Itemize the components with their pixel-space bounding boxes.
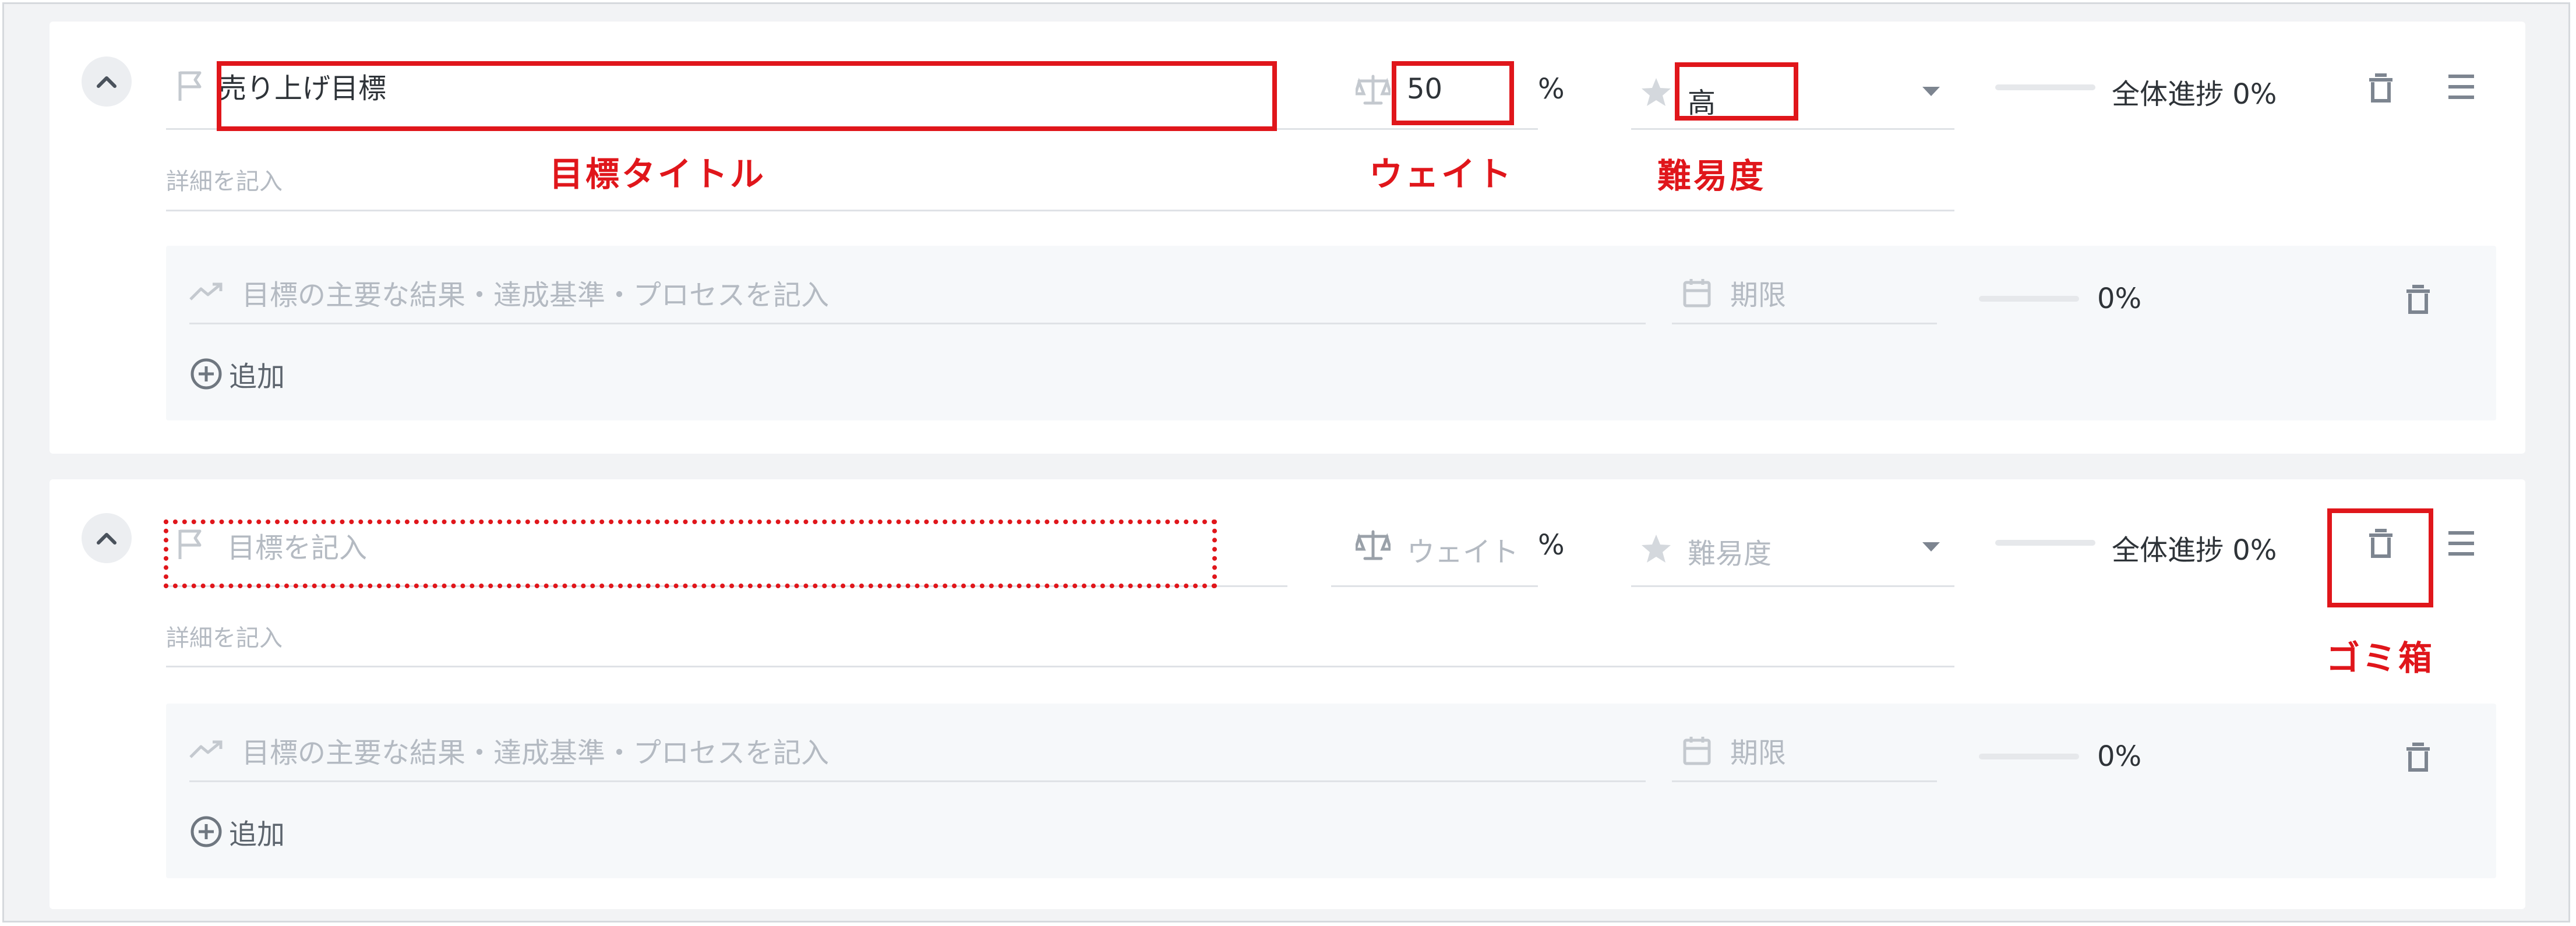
goal-editor-frame: 売り上げ目標 目標タイトル 詳細を記入 50 % ウェイト 高 難易度 全体進捗… bbox=[2, 2, 2570, 923]
difficulty-annotation: 難易度 bbox=[1657, 156, 1766, 196]
add-key-result-button[interactable]: 追加 bbox=[189, 354, 285, 394]
add-circle-icon bbox=[189, 815, 223, 849]
menu-icon[interactable] bbox=[2447, 531, 2475, 556]
difficulty-highlight-box bbox=[1675, 62, 1798, 121]
weight-highlight-box bbox=[1392, 61, 1514, 125]
add-key-result-button[interactable]: 追加 bbox=[189, 811, 285, 852]
caret-down-icon[interactable] bbox=[1922, 542, 1940, 553]
weight-annotation: ウェイト bbox=[1369, 154, 1514, 194]
add-label: 追加 bbox=[229, 818, 285, 851]
weight-percent: % bbox=[1538, 73, 1565, 105]
key-result-panel: 目標の主要な結果・達成基準・プロセスを記入 期限 0% 追加 bbox=[166, 704, 2496, 878]
trend-icon bbox=[189, 282, 223, 302]
deadline-underline bbox=[1672, 780, 1937, 782]
overall-progress-label: 全体進捗 0% bbox=[2112, 78, 2277, 111]
trash-icon[interactable] bbox=[2404, 284, 2432, 314]
trash-icon[interactable] bbox=[2404, 742, 2432, 772]
key-result-underline bbox=[189, 780, 1646, 782]
star-icon bbox=[1640, 533, 1672, 564]
key-result-input[interactable]: 目標の主要な結果・達成基準・プロセスを記入 bbox=[242, 730, 829, 771]
trend-icon bbox=[189, 740, 223, 759]
key-result-input[interactable]: 目標の主要な結果・達成基準・プロセスを記入 bbox=[242, 272, 829, 313]
overall-progress-bar bbox=[1995, 540, 2095, 546]
overall-progress-label: 全体進捗 0% bbox=[2112, 534, 2277, 567]
deadline-underline bbox=[1672, 323, 1937, 324]
star-icon bbox=[1640, 76, 1672, 108]
collapse-button[interactable] bbox=[82, 56, 132, 107]
key-result-underline bbox=[189, 323, 1646, 324]
difficulty-underline bbox=[1631, 585, 1954, 587]
goal-detail-input[interactable]: 詳細を記入 bbox=[166, 162, 283, 196]
goal-detail-input[interactable]: 詳細を記入 bbox=[166, 619, 283, 653]
difficulty-underline bbox=[1631, 128, 1954, 130]
flag-icon bbox=[177, 69, 207, 102]
trash-highlight-box bbox=[2327, 508, 2433, 607]
goal-card: 目標を記入 詳細を記入 ウェイト % 難易度 全体進捗 0% ゴミ箱 目標の主要… bbox=[50, 479, 2525, 909]
deadline-input[interactable]: 期限 bbox=[1730, 730, 1786, 771]
detail-underline bbox=[166, 210, 1954, 211]
scale-icon bbox=[1356, 74, 1391, 105]
add-circle-icon bbox=[189, 357, 223, 391]
overall-progress-bar bbox=[1995, 84, 2095, 90]
weight-underline bbox=[1331, 128, 1538, 130]
caret-down-icon[interactable] bbox=[1922, 87, 1940, 97]
collapse-button[interactable] bbox=[82, 513, 132, 563]
detail-underline bbox=[166, 666, 1954, 667]
title-highlight-box bbox=[217, 61, 1277, 131]
goal-card: 売り上げ目標 目標タイトル 詳細を記入 50 % ウェイト 高 難易度 全体進捗… bbox=[50, 22, 2525, 454]
calendar-icon bbox=[1682, 736, 1712, 766]
scale-icon bbox=[1356, 529, 1391, 561]
weight-underline bbox=[1331, 585, 1538, 587]
key-result-progress-bar bbox=[1979, 754, 2079, 759]
calendar-icon bbox=[1682, 278, 1712, 308]
difficulty-select[interactable]: 難易度 bbox=[1688, 531, 1772, 571]
chevron-up-icon bbox=[96, 75, 117, 89]
title-dotted-highlight bbox=[164, 519, 1217, 588]
trash-annotation: ゴミ箱 bbox=[2326, 638, 2435, 678]
deadline-input[interactable]: 期限 bbox=[1730, 272, 1786, 313]
title-annotation: 目標タイトル bbox=[549, 154, 767, 194]
add-label: 追加 bbox=[229, 360, 285, 393]
weight-input[interactable]: ウェイト bbox=[1407, 529, 1519, 570]
key-result-progress-bar bbox=[1979, 296, 2079, 302]
weight-percent: % bbox=[1538, 529, 1565, 561]
key-result-progress-label: 0% bbox=[2097, 740, 2142, 773]
key-result-progress-label: 0% bbox=[2097, 282, 2142, 315]
chevron-up-icon bbox=[96, 531, 117, 545]
trash-icon[interactable] bbox=[2367, 73, 2395, 103]
key-result-panel: 目標の主要な結果・達成基準・プロセスを記入 期限 0% 追加 bbox=[166, 246, 2496, 420]
menu-icon[interactable] bbox=[2447, 74, 2475, 100]
